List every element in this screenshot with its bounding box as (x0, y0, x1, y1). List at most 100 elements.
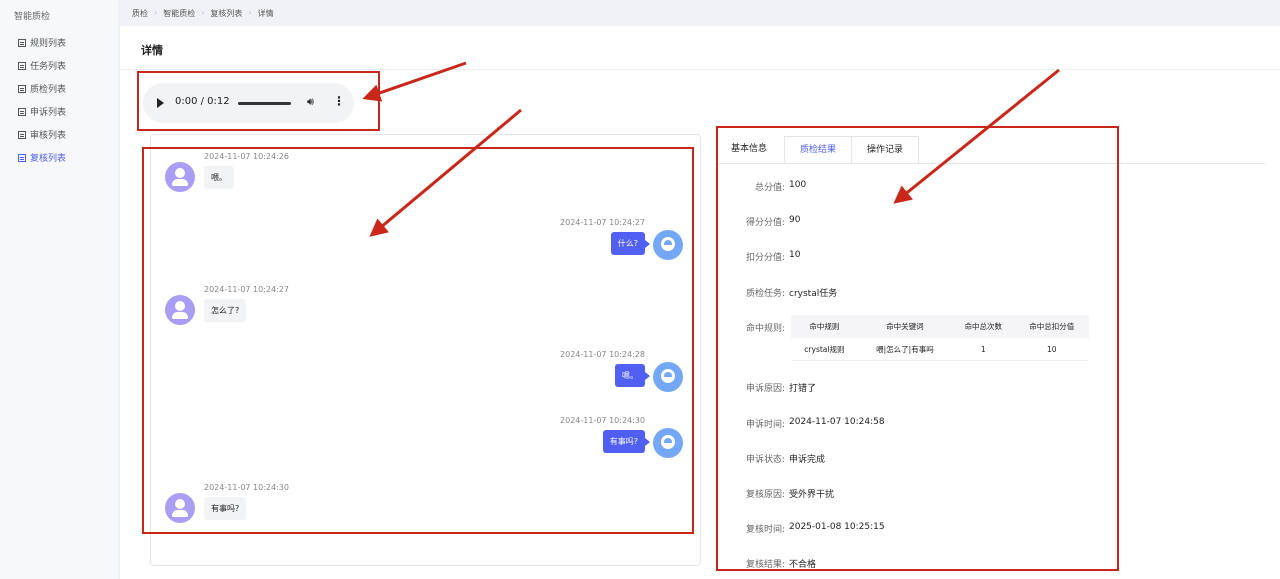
appeal-time-row: 申诉时间: 2024-11-07 10:24:58 (728, 417, 885, 430)
message-bubble: 有事吗? (602, 430, 651, 453)
field-value: 不合格 (789, 560, 817, 570)
hit-rules-table: 命中规则 命中关键词 命中总次数 命中总扣分值 crystal规则 喂|怎么了|… (791, 315, 1089, 361)
sidebar-item-label: 任务列表 (30, 62, 67, 72)
field-value: 2024-11-07 10:24:58 (789, 417, 885, 427)
total-score-row: 总分值: 100 (728, 180, 806, 193)
page-title: 详情 (141, 44, 163, 57)
rules-row: 命中规则: (728, 321, 789, 334)
table-header: 命中总扣分值 (1014, 315, 1089, 338)
agent-avatar-icon (653, 230, 683, 260)
breadcrumb-item[interactable]: 智能质检 (163, 8, 195, 19)
field-label: 复核原因: (745, 490, 785, 500)
review-reason-row: 复核原因: 受外界干扰 (728, 487, 834, 500)
play-icon[interactable] (157, 98, 164, 108)
agent-message: 2024-11-07 10:24:28 嗯。 (560, 350, 683, 392)
page-header: 详情 (120, 26, 1280, 70)
more-options-icon[interactable]: ⋮ (333, 94, 345, 108)
document-icon (18, 130, 26, 139)
appeal-reason-row: 申诉原因: 打错了 (728, 381, 816, 394)
document-icon (18, 153, 26, 162)
table-header: 命中关键词 (857, 315, 953, 338)
table-cell: 1 (952, 338, 1015, 361)
sidebar-item-label: 审核列表 (30, 131, 67, 141)
tab-basic-info[interactable]: 基本信息 (718, 136, 780, 163)
field-value: 2025-01-08 10:25:15 (789, 522, 885, 532)
customer-avatar-icon (165, 162, 195, 192)
sidebar-title: 智能质检 (14, 12, 51, 22)
field-value: crystal任务 (789, 289, 838, 299)
audio-player[interactable]: 0:00 / 0:12 🔊︎ ⋮ (143, 83, 354, 123)
review-time-row: 复核时间: 2025-01-08 10:25:15 (728, 522, 885, 535)
tab-inspection-result[interactable]: 质检结果 (784, 136, 852, 163)
document-icon (18, 107, 26, 116)
field-label: 申诉时间: (745, 420, 785, 430)
field-value: 10 (789, 250, 801, 260)
message-bubble: 嗯。 (615, 364, 650, 387)
breadcrumb: 质检 › 智能质检 › 复核列表 › 详情 (132, 8, 274, 19)
volume-icon[interactable]: 🔊︎ (307, 95, 314, 109)
field-value: 100 (789, 180, 807, 190)
field-label: 复核时间: (745, 525, 785, 535)
table-row: crystal规则 喂|怎么了|有事吗 1 10 (791, 338, 1089, 361)
sidebar-item-label: 规则列表 (30, 39, 67, 49)
field-label: 命中规则: (745, 324, 785, 334)
field-label: 质检任务: (745, 289, 785, 299)
score-row: 得分分值: 90 (728, 215, 801, 228)
agent-avatar-icon (653, 428, 683, 458)
sidebar-item-audits[interactable]: 审核列表 (18, 128, 66, 141)
field-label: 得分分值: (745, 218, 785, 228)
breadcrumb-item[interactable]: 复核列表 (210, 8, 242, 19)
sidebar-item-label: 复核列表 (30, 154, 67, 164)
appeal-status-row: 申诉状态: 申诉完成 (728, 452, 825, 465)
sidebar-item-tasks[interactable]: 任务列表 (18, 59, 66, 72)
sidebar-item-label: 申诉列表 (30, 108, 67, 118)
message-time: 2024-11-07 10:24:30 (204, 483, 289, 492)
task-row: 质检任务: crystal任务 (728, 286, 837, 299)
deduct-row: 扣分分值: 10 (728, 250, 801, 263)
chevron-right-icon: › (154, 8, 158, 17)
message-time: 2024-11-07 10:24:30 (560, 416, 645, 425)
chevron-right-icon: › (201, 8, 205, 17)
audio-time: 0:00 / 0:12 (175, 96, 230, 107)
document-icon (18, 84, 26, 93)
sidebar-item-rules[interactable]: 规则列表 (18, 36, 66, 49)
field-label: 复核结果: (745, 560, 785, 570)
message-bubble: 怎么了? (204, 299, 247, 322)
sidebar-item-appeals[interactable]: 申诉列表 (18, 105, 66, 118)
table-header: 命中规则 (791, 315, 858, 338)
message-bubble: 喂。 (204, 166, 234, 189)
message-time: 2024-11-07 10:24:28 (560, 350, 645, 359)
message-time: 2024-11-07 10:24:26 (204, 152, 289, 161)
agent-message: 2024-11-07 10:24:27 什么? (560, 218, 683, 260)
sidebar-item-reviews[interactable]: 复核列表 (18, 151, 66, 164)
field-value: 90 (789, 215, 801, 225)
customer-message: 2024-11-07 10:24:26 喂。 (165, 152, 289, 192)
document-icon (18, 61, 26, 70)
field-value: 受外界干扰 (789, 490, 835, 500)
audio-progress-slider[interactable] (238, 102, 291, 105)
breadcrumb-item: 详情 (257, 9, 274, 18)
field-label: 扣分分值: (745, 253, 785, 263)
breadcrumb-item[interactable]: 质检 (132, 8, 148, 19)
customer-avatar-icon (165, 493, 195, 523)
table-cell: 10 (1014, 338, 1089, 361)
sidebar-item-label: 质检列表 (30, 85, 67, 95)
field-value: 申诉完成 (789, 455, 826, 465)
field-label: 总分值: (754, 183, 785, 193)
customer-message: 2024-11-07 10:24:27 怎么了? (165, 285, 289, 325)
customer-avatar-icon (165, 295, 195, 325)
review-result-row: 复核结果: 不合格 (728, 557, 816, 570)
tab-operation-log[interactable]: 操作记录 (851, 136, 919, 163)
chevron-right-icon: › (248, 8, 252, 17)
field-label: 申诉状态: (745, 455, 785, 465)
table-header: 命中总次数 (952, 315, 1015, 338)
customer-message: 2024-11-07 10:24:30 有事吗? (165, 483, 289, 523)
message-bubble: 什么? (610, 232, 651, 255)
field-value: 打错了 (789, 384, 817, 394)
agent-message: 2024-11-07 10:24:30 有事吗? (560, 416, 683, 458)
field-label: 申诉原因: (745, 384, 785, 394)
message-time: 2024-11-07 10:24:27 (560, 218, 645, 227)
sidebar-item-inspections[interactable]: 质检列表 (18, 82, 66, 95)
table-cell: 喂|怎么了|有事吗 (857, 338, 953, 361)
agent-avatar-icon (653, 362, 683, 392)
